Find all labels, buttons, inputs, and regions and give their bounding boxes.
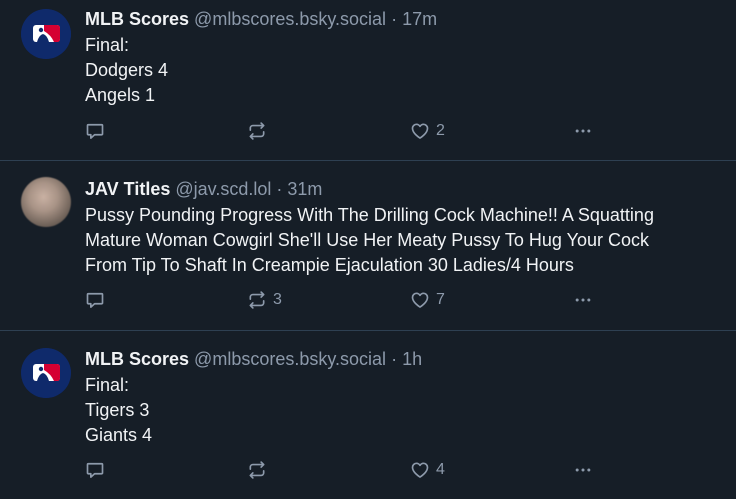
meta-separator: · xyxy=(276,179,283,199)
avatar[interactable] xyxy=(21,9,71,59)
more-icon xyxy=(575,298,591,302)
more-icon xyxy=(575,129,591,133)
reply-icon xyxy=(86,292,104,308)
mlb-logo-icon xyxy=(21,348,71,398)
post-text-line: Dodgers 4 xyxy=(85,60,169,80)
more-options-button[interactable] xyxy=(573,288,593,312)
reply-icon xyxy=(86,462,104,478)
heart-icon xyxy=(411,292,429,308)
meta-separator: · xyxy=(391,9,398,29)
post-time[interactable]: 1h xyxy=(402,349,422,369)
post-text-line: Angels 1 xyxy=(85,85,156,105)
like-count: 4 xyxy=(436,461,445,478)
more-options-button[interactable] xyxy=(573,458,593,482)
reply-button[interactable] xyxy=(85,119,111,143)
like-count: 2 xyxy=(436,122,445,139)
author-name[interactable]: MLB Scores xyxy=(85,9,189,29)
post[interactable]: MLB Scores @mlbscores.bsky.social · 1h F… xyxy=(0,331,736,499)
author-handle[interactable]: @mlbscores.bsky.social xyxy=(194,9,386,29)
reply-button[interactable] xyxy=(85,288,111,312)
repost-button[interactable] xyxy=(247,458,273,482)
post-text-line: Final: xyxy=(85,375,130,395)
repost-count: 3 xyxy=(273,291,282,308)
like-button[interactable]: 4 xyxy=(410,458,445,482)
like-button[interactable]: 2 xyxy=(410,119,445,143)
post-actions: 3 7 xyxy=(85,288,605,312)
author-handle[interactable]: @mlbscores.bsky.social xyxy=(194,349,386,369)
feed: MLB Scores @mlbscores.bsky.social · 17m … xyxy=(0,0,736,499)
reply-button[interactable] xyxy=(85,458,111,482)
repost-icon xyxy=(249,461,265,479)
post-text: Pussy Pounding Progress With The Drillin… xyxy=(85,203,716,278)
post-time[interactable]: 31m xyxy=(287,179,322,199)
post[interactable]: MLB Scores @mlbscores.bsky.social · 17m … xyxy=(0,0,736,161)
post-meta: JAV Titles @jav.scd.lol · 31m xyxy=(85,177,716,201)
post-time[interactable]: 17m xyxy=(402,9,437,29)
avatar[interactable] xyxy=(21,177,71,227)
post-body: MLB Scores @mlbscores.bsky.social · 1h F… xyxy=(85,347,716,448)
like-button[interactable]: 7 xyxy=(410,288,445,312)
post[interactable]: JAV Titles @jav.scd.lol · 31m Pussy Poun… xyxy=(0,161,736,331)
repost-button[interactable]: 3 xyxy=(247,288,282,312)
post-body: MLB Scores @mlbscores.bsky.social · 17m … xyxy=(85,7,716,108)
post-text-line: From Tip To Shaft In Creampie Ejaculatio… xyxy=(85,255,574,275)
repost-icon xyxy=(249,291,265,309)
post-text-line: Tigers 3 xyxy=(85,400,150,420)
heart-icon xyxy=(411,462,429,478)
post-text: Final: Tigers 3 Giants 4 xyxy=(85,373,716,448)
author-handle[interactable]: @jav.scd.lol xyxy=(175,179,271,199)
mlb-logo-icon xyxy=(21,9,71,59)
post-text-line: Pussy Pounding Progress With The Drillin… xyxy=(85,205,654,225)
author-name[interactable]: MLB Scores xyxy=(85,349,189,369)
post-body: JAV Titles @jav.scd.lol · 31m Pussy Poun… xyxy=(85,177,716,278)
like-count: 7 xyxy=(436,291,445,308)
post-text-line: Final: xyxy=(85,35,130,55)
more-icon xyxy=(575,468,591,472)
post-text-line: Mature Woman Cowgirl She'll Use Her Meat… xyxy=(85,230,650,250)
more-options-button[interactable] xyxy=(573,119,593,143)
post-actions: 2 xyxy=(85,119,605,143)
post-text-line: Giants 4 xyxy=(85,425,153,445)
repost-icon xyxy=(249,122,265,140)
post-text: Final: Dodgers 4 Angels 1 xyxy=(85,33,716,108)
avatar[interactable] xyxy=(21,348,71,398)
repost-button[interactable] xyxy=(247,119,273,143)
post-actions: 4 xyxy=(85,458,605,482)
author-name[interactable]: JAV Titles xyxy=(85,179,170,199)
post-meta: MLB Scores @mlbscores.bsky.social · 17m xyxy=(85,7,716,31)
heart-icon xyxy=(411,123,429,139)
post-meta: MLB Scores @mlbscores.bsky.social · 1h xyxy=(85,347,716,371)
reply-icon xyxy=(86,123,104,139)
meta-separator: · xyxy=(391,349,398,369)
